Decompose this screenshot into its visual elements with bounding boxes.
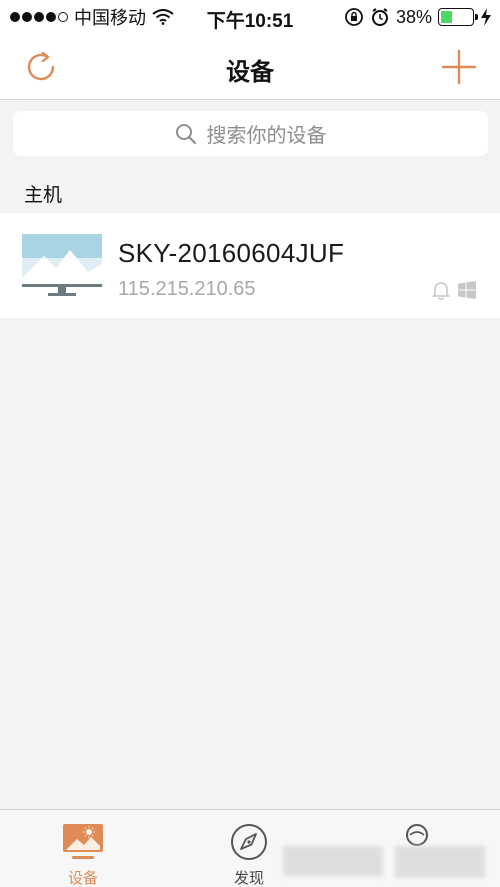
nav-bar: 设备 (0, 34, 500, 100)
search-placeholder: 搜索你的设备 (206, 125, 327, 147)
plus-icon[interactable] (440, 48, 478, 86)
tab-devices[interactable]: 设备 (28, 810, 138, 887)
list-item[interactable]: SKY-20160604JUF 115.215.210.65 (0, 213, 500, 318)
tab-bar: 设备 发现 (0, 809, 500, 887)
rotation-lock-icon (345, 8, 363, 26)
watermark-blur (283, 846, 383, 876)
device-ip: 115.215.210.65 (118, 278, 256, 300)
search-input[interactable]: 搜索你的设备 (13, 111, 488, 156)
compass-icon (231, 824, 267, 860)
search-icon (175, 123, 196, 144)
windows-icon (458, 281, 476, 299)
battery-percent: 38% (395, 6, 432, 27)
device-tab-icon (63, 824, 103, 859)
page-title: 设备 (226, 59, 274, 86)
bell-icon (432, 282, 450, 300)
alarm-icon (371, 8, 388, 26)
device-name: SKY-20160604JUF (118, 238, 345, 268)
watermark-blur (395, 846, 485, 878)
charging-icon (481, 8, 491, 26)
section-title: 主机 (24, 185, 63, 206)
tab-devices-label: 设备 (67, 870, 98, 887)
monitor-icon (22, 234, 102, 296)
battery-icon (438, 8, 478, 26)
status-right: 38% (344, 0, 492, 34)
status-bar: 中国移动 下午10:51 38% (0, 0, 500, 34)
